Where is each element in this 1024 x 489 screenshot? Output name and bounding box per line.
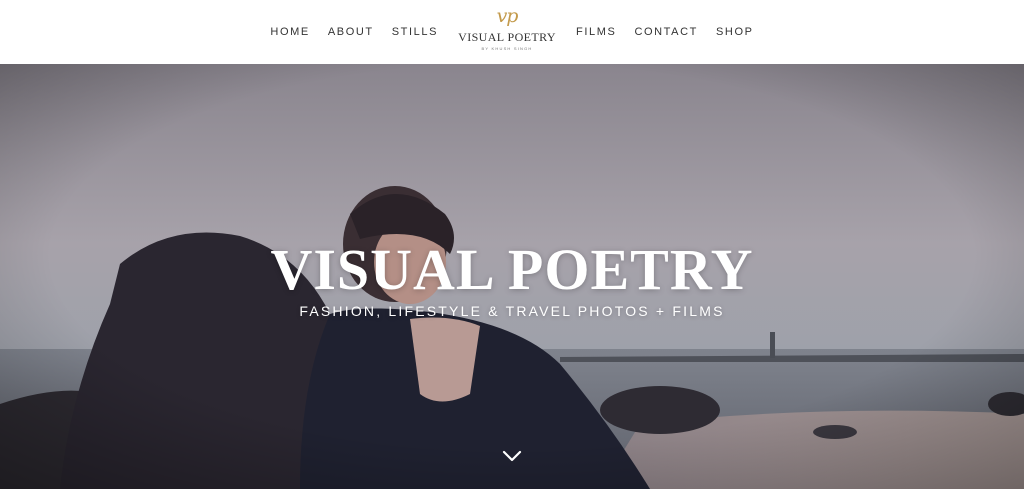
logo-byline: BY KHUSH SINGH [481,46,533,51]
site-header: HOME ABOUT STILLS vp VISUAL POETRY BY KH… [0,0,1024,64]
nav-films[interactable]: FILMS [576,26,616,38]
site-logo[interactable]: vp VISUAL POETRY BY KHUSH SINGH [438,0,576,64]
nav-about[interactable]: ABOUT [328,26,374,38]
nav-right: FILMS CONTACT SHOP [576,26,754,38]
nav-contact[interactable]: CONTACT [634,26,698,38]
scroll-down-button[interactable] [500,446,524,466]
hero-banner: VISUAL POETRY FASHION, LIFESTYLE & TRAVE… [0,64,1024,489]
logo-monogram: vp [496,5,519,27]
logo-title: VISUAL POETRY [458,30,556,44]
hero-title: VISUAL POETRY [270,237,754,302]
hero-subtitle: FASHION, LIFESTYLE & TRAVEL PHOTOS + FIL… [299,303,725,319]
nav-shop[interactable]: SHOP [716,26,754,38]
nav-home[interactable]: HOME [270,26,309,38]
nav-left: HOME ABOUT STILLS [270,26,438,38]
nav-stills[interactable]: STILLS [392,26,438,38]
chevron-down-icon [502,450,522,462]
